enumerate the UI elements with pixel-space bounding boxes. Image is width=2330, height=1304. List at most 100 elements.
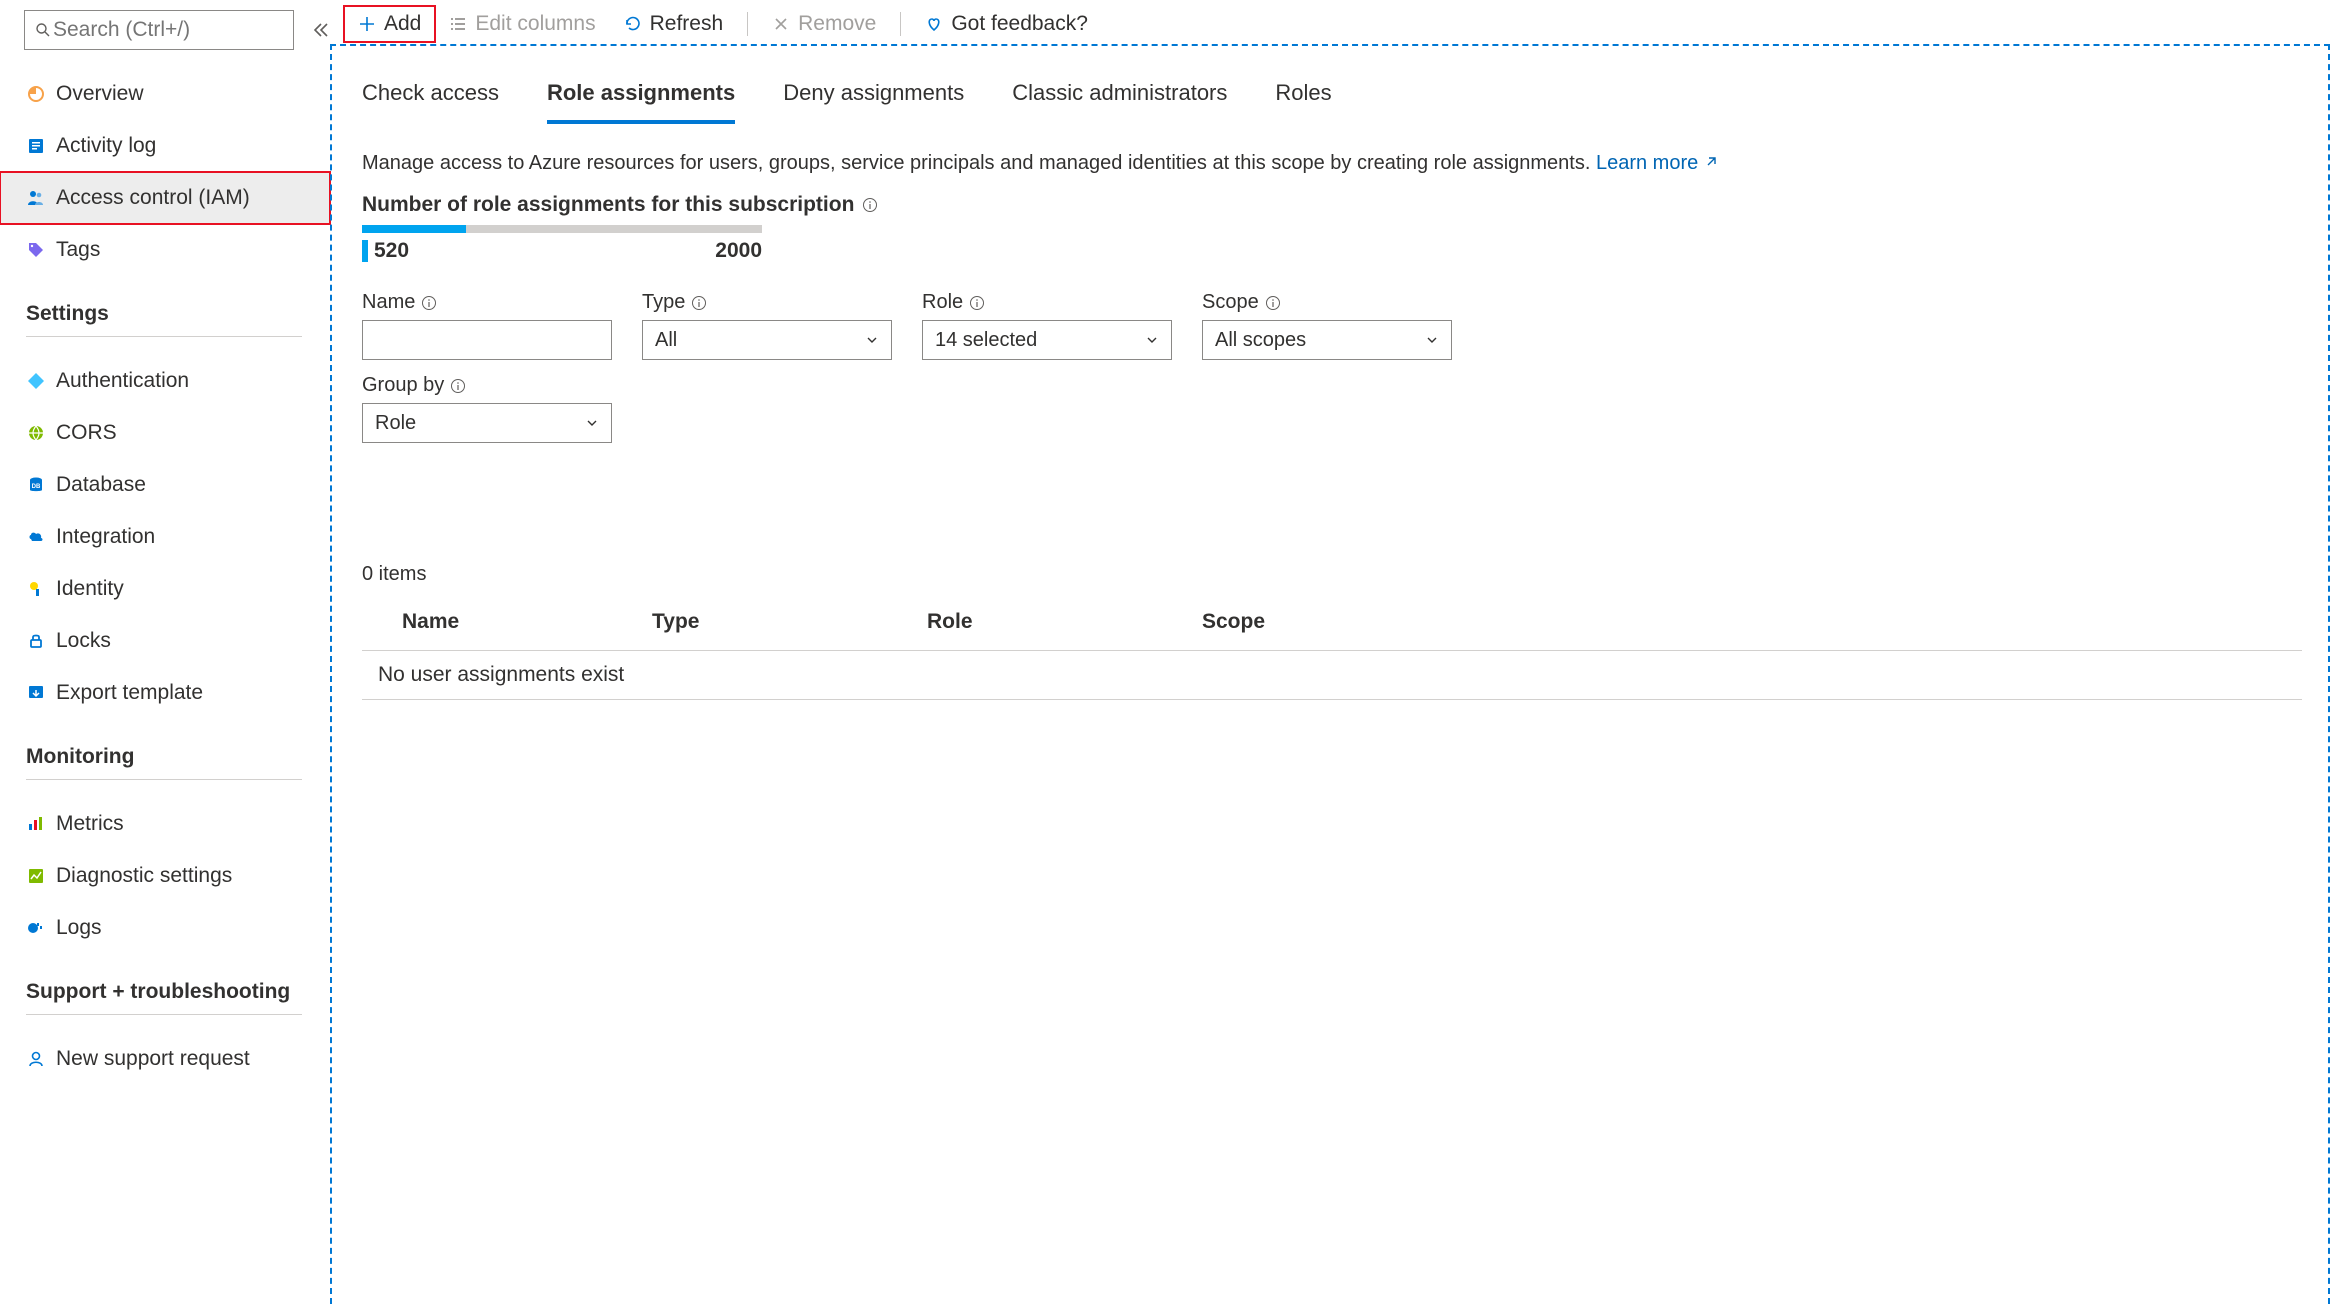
scope-filter-dropdown[interactable]: All scopes: [1202, 320, 1452, 360]
progress-fill: [362, 225, 466, 233]
section-support-title: Support + troubleshooting: [26, 980, 330, 1004]
plus-icon: [358, 15, 376, 33]
sidebar-item-label: Integration: [56, 525, 155, 549]
tab-check-access[interactable]: Check access: [362, 80, 499, 124]
progress-numbers: 520 2000: [362, 239, 762, 263]
logs-icon: [26, 918, 56, 938]
edit-columns-icon: [449, 15, 467, 33]
info-icon[interactable]: [450, 378, 466, 394]
sidebar-item-export-template[interactable]: Export template: [0, 667, 330, 719]
support-icon: [26, 1049, 56, 1069]
export-template-icon: [26, 683, 56, 703]
table-header-spacer: [362, 602, 402, 642]
label-text: Name: [362, 291, 415, 314]
remove-label: Remove: [798, 12, 876, 36]
sidebar-nav-monitoring: Metrics Diagnostic settings Logs: [0, 798, 330, 954]
search-box[interactable]: [24, 10, 294, 50]
sidebar-item-access-control[interactable]: Access control (IAM): [0, 172, 330, 224]
sidebar-item-database[interactable]: DB Database: [0, 459, 330, 511]
name-filter-label: Name: [362, 291, 612, 314]
database-icon: DB: [26, 475, 56, 495]
remove-button: Remove: [758, 6, 890, 42]
sidebar-item-label: Access control (IAM): [56, 186, 250, 210]
main-content: Add Edit columns Refresh Remove Got feed…: [330, 44, 2330, 1304]
sidebar-item-label: New support request: [56, 1047, 250, 1071]
svg-text:DB: DB: [32, 484, 41, 490]
type-filter-label: Type: [642, 291, 892, 314]
sidebar-item-metrics[interactable]: Metrics: [0, 798, 330, 850]
sidebar-item-integration[interactable]: Integration: [0, 511, 330, 563]
results-table: Name Type Role Scope No user assignments…: [362, 594, 2302, 700]
external-link-icon: [1704, 152, 1718, 174]
sidebar-item-activity-log[interactable]: Activity log: [0, 120, 330, 172]
name-filter-text[interactable]: [375, 328, 599, 353]
info-icon[interactable]: [1265, 295, 1281, 311]
sidebar-item-label: Tags: [56, 238, 100, 262]
sidebar-item-new-support-request[interactable]: New support request: [0, 1033, 330, 1085]
sidebar-item-authentication[interactable]: Authentication: [0, 355, 330, 407]
sidebar-item-locks[interactable]: Locks: [0, 615, 330, 667]
count-current: 520: [374, 239, 409, 262]
toolbar-separator: [900, 12, 901, 36]
name-filter-input[interactable]: [362, 320, 612, 360]
sidebar-item-label: Database: [56, 473, 146, 497]
sidebar-item-label: Overview: [56, 82, 144, 106]
sidebar-item-cors[interactable]: CORS: [0, 407, 330, 459]
sidebar-item-overview[interactable]: Overview: [0, 68, 330, 120]
info-icon[interactable]: [969, 295, 985, 311]
remove-icon: [772, 15, 790, 33]
diagnostic-settings-icon: [26, 866, 56, 886]
tabs: Check access Role assignments Deny assig…: [362, 80, 2302, 124]
description-text: Manage access to Azure resources for use…: [362, 152, 1596, 174]
cors-icon: [26, 423, 56, 443]
count-max: 2000: [715, 239, 762, 263]
type-filter-dropdown[interactable]: All: [642, 320, 892, 360]
feedback-button[interactable]: Got feedback?: [911, 6, 1102, 42]
empty-row: No user assignments exist: [362, 651, 2302, 700]
search-icon: [35, 22, 51, 38]
add-label: Add: [384, 12, 421, 36]
col-header-scope[interactable]: Scope: [1202, 602, 1377, 642]
col-header-role[interactable]: Role: [927, 602, 1202, 642]
add-button[interactable]: Add: [344, 6, 435, 42]
sidebar-item-logs[interactable]: Logs: [0, 902, 330, 954]
info-icon[interactable]: [691, 295, 707, 311]
sidebar-nav-settings: Authentication CORS DB Database Integrat…: [0, 355, 330, 719]
refresh-button[interactable]: Refresh: [610, 6, 738, 42]
label-text: Group by: [362, 374, 444, 397]
edit-columns-button[interactable]: Edit columns: [435, 6, 609, 42]
refresh-icon: [624, 15, 642, 33]
sidebar-item-diagnostic-settings[interactable]: Diagnostic settings: [0, 850, 330, 902]
search-input[interactable]: [51, 17, 326, 43]
label-text: Role: [922, 291, 963, 314]
integration-icon: [26, 527, 56, 547]
dropdown-value: All scopes: [1215, 329, 1306, 352]
learn-more-link[interactable]: Learn more: [1596, 152, 1718, 174]
description: Manage access to Azure resources for use…: [362, 152, 2302, 175]
toolbar-separator: [747, 12, 748, 36]
collapse-sidebar-icon[interactable]: [312, 23, 330, 37]
edit-columns-label: Edit columns: [475, 12, 595, 36]
tab-role-assignments[interactable]: Role assignments: [547, 80, 735, 124]
col-header-type[interactable]: Type: [652, 602, 927, 642]
info-icon[interactable]: [421, 295, 437, 311]
sidebar-item-identity[interactable]: Identity: [0, 563, 330, 615]
heart-icon: [925, 15, 943, 33]
label-text: Type: [642, 291, 685, 314]
info-icon[interactable]: [862, 197, 878, 213]
divider: [26, 336, 302, 337]
role-filter-dropdown[interactable]: 14 selected: [922, 320, 1172, 360]
sidebar-item-tags[interactable]: Tags: [0, 224, 330, 276]
tab-classic-administrators[interactable]: Classic administrators: [1012, 80, 1227, 124]
sidebar-nav-support: New support request: [0, 1033, 330, 1085]
sidebar-item-label: Activity log: [56, 134, 156, 158]
groupby-filter-dropdown[interactable]: Role: [362, 403, 612, 443]
role-filter-label: Role: [922, 291, 1172, 314]
tab-roles[interactable]: Roles: [1275, 80, 1331, 124]
tab-deny-assignments[interactable]: Deny assignments: [783, 80, 964, 124]
scope-filter-label: Scope: [1202, 291, 1452, 314]
col-header-name[interactable]: Name: [402, 602, 652, 642]
chevron-down-icon: [585, 416, 599, 430]
items-count: 0 items: [362, 563, 2302, 586]
access-control-icon: [26, 188, 56, 208]
